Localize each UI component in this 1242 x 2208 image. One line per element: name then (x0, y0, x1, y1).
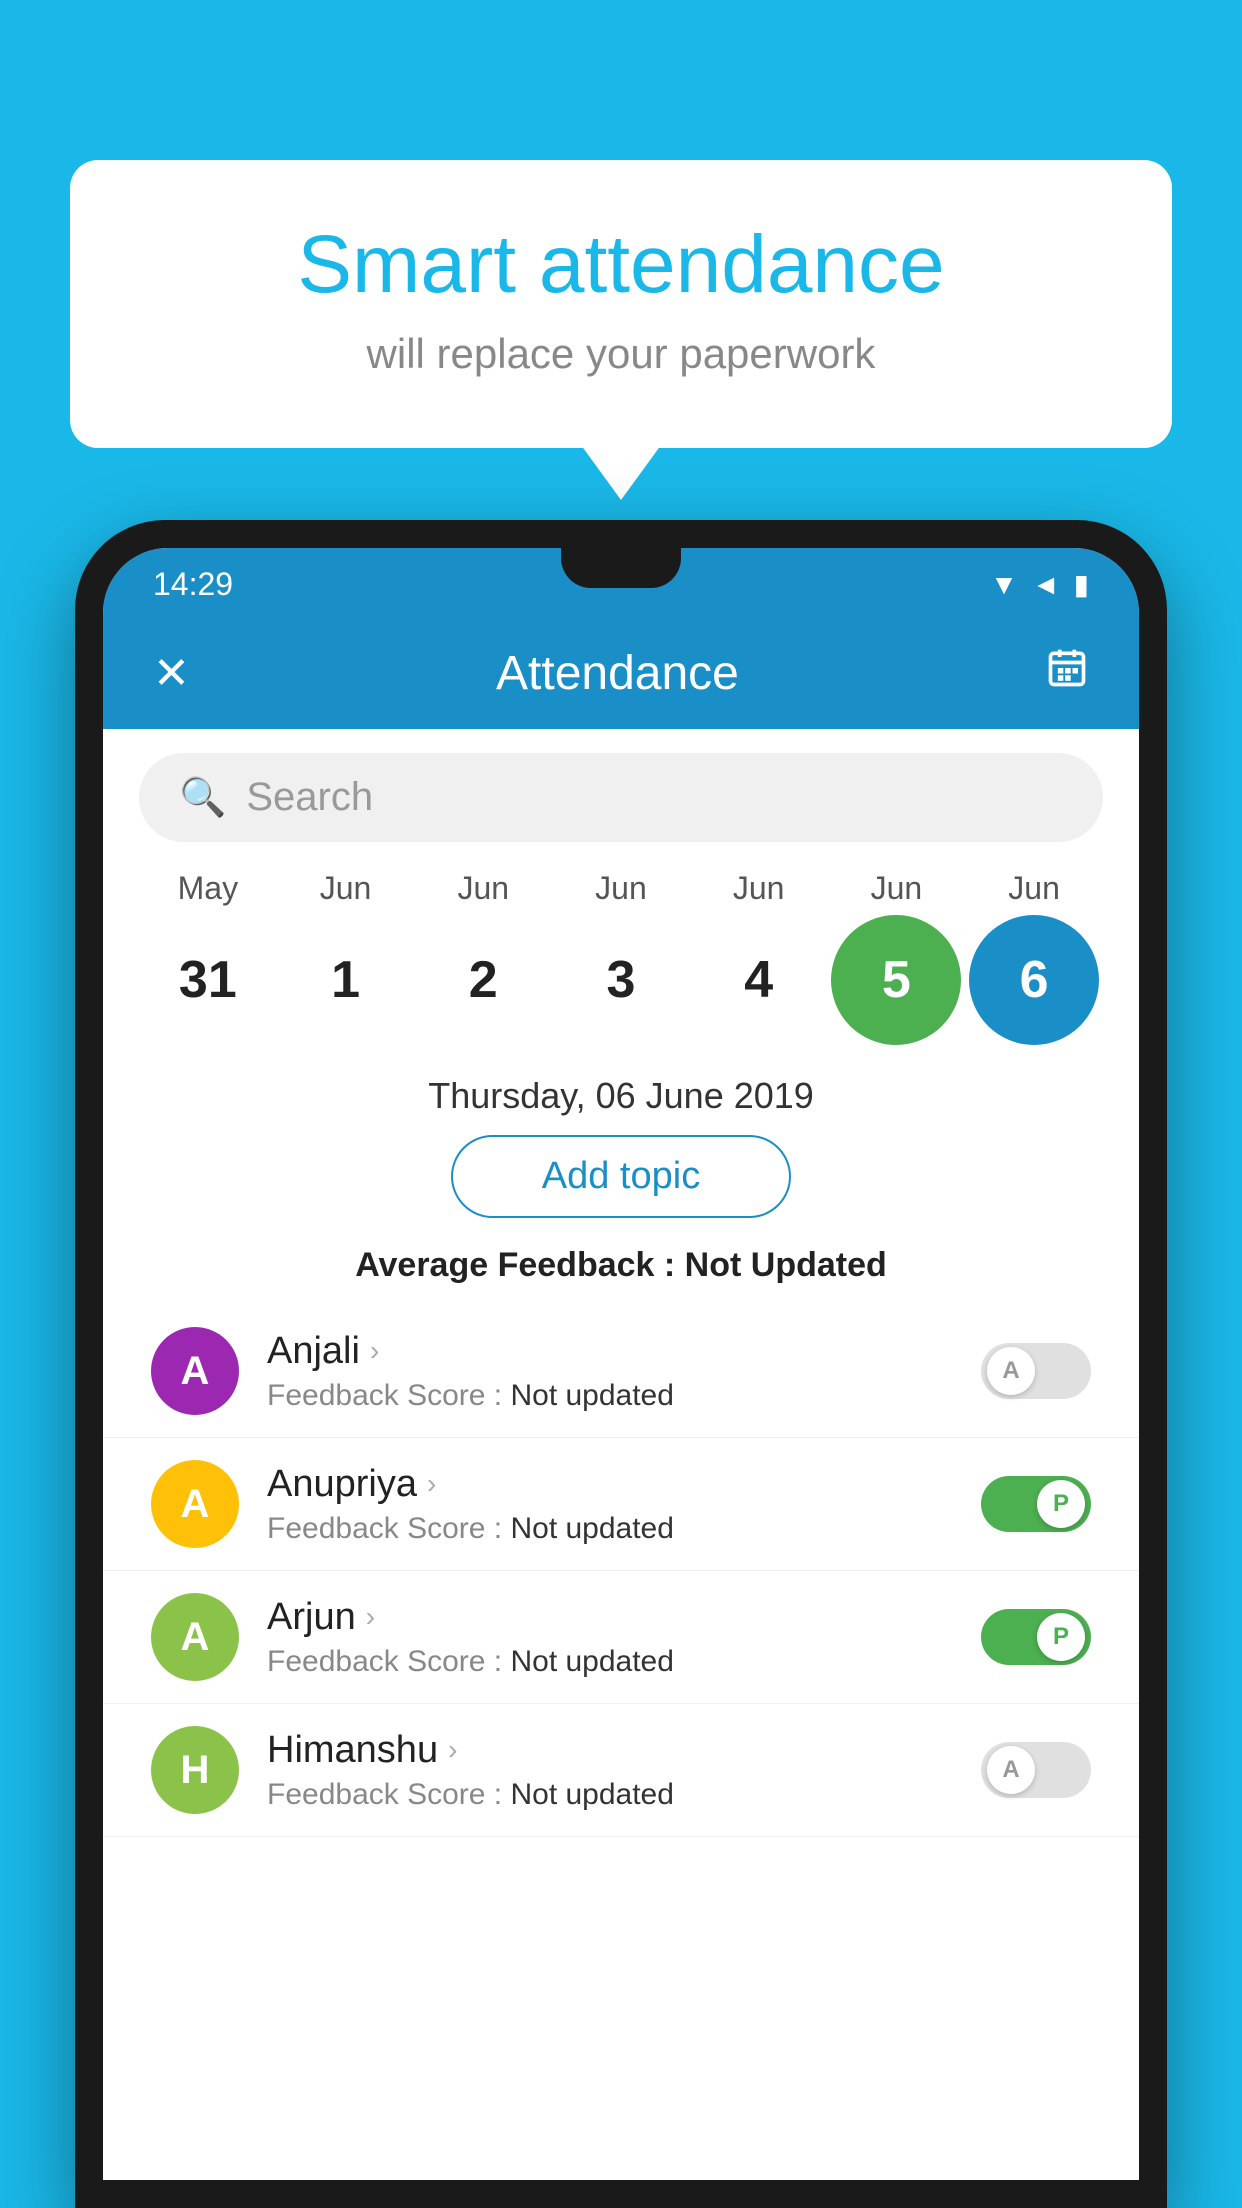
app-bar: ✕ Attendance (103, 618, 1139, 729)
chevron-icon-arjun: › (366, 1601, 375, 1633)
add-topic-button[interactable]: Add topic (451, 1135, 791, 1218)
toggle-anjali[interactable]: A (981, 1343, 1091, 1399)
month-5: Jun (831, 870, 961, 907)
calendar-button[interactable] (1045, 646, 1089, 701)
avatar-anjali: A (151, 1327, 239, 1415)
battery-icon: ▮ (1074, 568, 1089, 601)
toggle-anupriya[interactable]: P (981, 1476, 1091, 1532)
date-4[interactable]: 4 (694, 915, 824, 1045)
chevron-icon-anupriya: › (427, 1468, 436, 1500)
toggle-arjun[interactable]: P (981, 1609, 1091, 1665)
toggle-knob-arjun: P (1037, 1613, 1085, 1661)
signal-icon: ◄ (1032, 569, 1060, 601)
app-bar-title: Attendance (496, 646, 739, 701)
month-6: Jun (969, 870, 1099, 907)
avatar-arjun: A (151, 1593, 239, 1681)
search-icon: 🔍 (179, 776, 226, 820)
student-item-anjali[interactable]: A Anjali › Feedback Score : Not updated … (103, 1305, 1139, 1438)
toggle-knob-himanshu: A (987, 1746, 1035, 1794)
date-2[interactable]: 2 (418, 915, 548, 1045)
date-5-today[interactable]: 5 (831, 915, 961, 1045)
phone-frame: 14:29 ▼ ◄ ▮ ✕ Attendance (75, 520, 1167, 2208)
month-1: Jun (281, 870, 411, 907)
toggle-knob-anupriya: P (1037, 1480, 1085, 1528)
bubble-title: Smart attendance (150, 220, 1092, 310)
toggle-knob-anjali: A (987, 1347, 1035, 1395)
phone-notch (561, 548, 681, 588)
month-0: May (143, 870, 273, 907)
wifi-icon: ▼ (990, 569, 1018, 601)
date-31[interactable]: 31 (143, 915, 273, 1045)
status-icons: ▼ ◄ ▮ (990, 568, 1089, 601)
student-info-himanshu: Himanshu › Feedback Score : Not updated (267, 1729, 953, 1812)
calendar-months-row: May Jun Jun Jun Jun Jun Jun (103, 850, 1139, 907)
date-6-selected[interactable]: 6 (969, 915, 1099, 1045)
month-3: Jun (556, 870, 686, 907)
student-list: A Anjali › Feedback Score : Not updated … (103, 1305, 1139, 2180)
chevron-icon-himanshu: › (448, 1734, 457, 1766)
student-name-anupriya: Anupriya › (267, 1463, 953, 1506)
average-feedback: Average Feedback : Not Updated (103, 1238, 1139, 1305)
bubble-subtitle: will replace your paperwork (150, 330, 1092, 378)
student-info-arjun: Arjun › Feedback Score : Not updated (267, 1596, 953, 1679)
search-input[interactable]: Search (246, 775, 373, 820)
status-time: 14:29 (153, 566, 233, 603)
speech-bubble-container: Smart attendance will replace your paper… (70, 160, 1172, 448)
avg-feedback-label: Average Feedback : (355, 1246, 684, 1284)
feedback-anupriya: Feedback Score : Not updated (267, 1512, 953, 1546)
student-item-himanshu[interactable]: H Himanshu › Feedback Score : Not update… (103, 1704, 1139, 1837)
feedback-arjun: Feedback Score : Not updated (267, 1645, 953, 1679)
student-name-anjali: Anjali › (267, 1330, 953, 1373)
avatar-himanshu: H (151, 1726, 239, 1814)
feedback-himanshu: Feedback Score : Not updated (267, 1778, 953, 1812)
student-item-anupriya[interactable]: A Anupriya › Feedback Score : Not update… (103, 1438, 1139, 1571)
phone-screen: 14:29 ▼ ◄ ▮ ✕ Attendance (103, 548, 1139, 2180)
month-2: Jun (418, 870, 548, 907)
search-bar[interactable]: 🔍 Search (139, 753, 1103, 842)
calendar-dates-row: 31 1 2 3 4 5 6 (103, 907, 1139, 1065)
toggle-himanshu[interactable]: A (981, 1742, 1091, 1798)
chevron-icon-anjali: › (370, 1335, 379, 1367)
feedback-anjali: Feedback Score : Not updated (267, 1379, 953, 1413)
student-info-anupriya: Anupriya › Feedback Score : Not updated (267, 1463, 953, 1546)
month-4: Jun (694, 870, 824, 907)
student-item-arjun[interactable]: A Arjun › Feedback Score : Not updated P (103, 1571, 1139, 1704)
date-3[interactable]: 3 (556, 915, 686, 1045)
student-info-anjali: Anjali › Feedback Score : Not updated (267, 1330, 953, 1413)
avatar-anupriya: A (151, 1460, 239, 1548)
speech-bubble: Smart attendance will replace your paper… (70, 160, 1172, 448)
avg-feedback-value: Not Updated (685, 1246, 887, 1284)
date-1[interactable]: 1 (281, 915, 411, 1045)
student-name-himanshu: Himanshu › (267, 1729, 953, 1772)
student-name-arjun: Arjun › (267, 1596, 953, 1639)
selected-date-label: Thursday, 06 June 2019 (103, 1065, 1139, 1135)
close-button[interactable]: ✕ (153, 648, 190, 699)
